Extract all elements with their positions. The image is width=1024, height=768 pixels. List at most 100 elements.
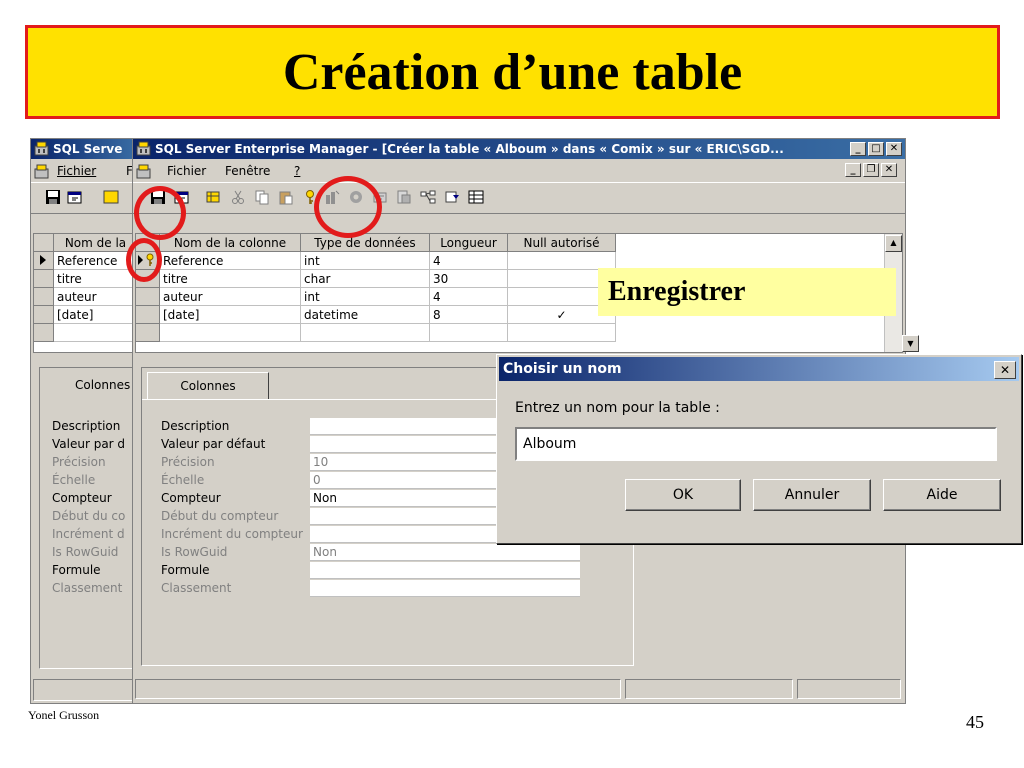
dialog-prompt: Entrez un nom pour la table : bbox=[515, 400, 720, 416]
mdi-close-button[interactable]: ✕ bbox=[881, 163, 897, 177]
menu-fichier[interactable]: Fichier bbox=[167, 160, 206, 182]
properties-icon[interactable] bbox=[67, 189, 83, 205]
table-cell-empty[interactable] bbox=[508, 324, 616, 342]
table-row[interactable]: titre bbox=[54, 270, 138, 288]
row-selector[interactable] bbox=[136, 324, 160, 342]
table-cell-empty[interactable] bbox=[160, 324, 301, 342]
minimize-button[interactable]: _ bbox=[850, 142, 866, 156]
status-pane-2 bbox=[625, 679, 793, 699]
sql-server-icon bbox=[136, 164, 151, 179]
help-button[interactable]: Aide bbox=[883, 479, 1001, 511]
row-selector[interactable] bbox=[136, 252, 160, 270]
save-icon[interactable] bbox=[149, 188, 167, 206]
row-selector[interactable] bbox=[136, 288, 160, 306]
column-header-nullable[interactable]: Null autorisé bbox=[508, 234, 616, 252]
column-header-length[interactable]: Longueur bbox=[430, 234, 508, 252]
row-selector[interactable] bbox=[34, 270, 54, 288]
prop-label: Incrément du compteur bbox=[161, 527, 303, 541]
row-selector[interactable] bbox=[34, 288, 54, 306]
mdi-minimize-button[interactable]: _ bbox=[845, 163, 861, 177]
manage-relationships-icon[interactable] bbox=[347, 188, 365, 206]
column-header-name[interactable]: Nom de la colonne bbox=[160, 234, 301, 252]
manage-constraints-icon[interactable] bbox=[371, 188, 389, 206]
dialog-prompt-text: Entrez un nom pour la table : bbox=[515, 400, 720, 416]
table-row[interactable]: Reference bbox=[54, 252, 138, 270]
primary-key-icon[interactable] bbox=[301, 188, 319, 206]
row-selector[interactable] bbox=[136, 270, 160, 288]
save-icon[interactable] bbox=[45, 189, 61, 205]
table-icon[interactable] bbox=[103, 189, 119, 205]
row-selector[interactable] bbox=[34, 252, 54, 270]
table-cell-name[interactable]: auteur bbox=[160, 288, 301, 306]
table-cell-empty[interactable] bbox=[430, 324, 508, 342]
dialog-titlebar[interactable]: Choisir un nom ✕ bbox=[499, 357, 1019, 381]
tab-colonnes[interactable]: Colonnes bbox=[147, 372, 269, 400]
prop-label: Formule bbox=[161, 563, 210, 577]
status-pane-3 bbox=[797, 679, 901, 699]
cut-icon[interactable] bbox=[229, 188, 247, 206]
table-row[interactable]: auteur bbox=[54, 288, 138, 306]
back-tab-colonnes[interactable]: Colonnes bbox=[75, 378, 130, 392]
row-selector[interactable] bbox=[34, 324, 54, 342]
main-window-titlebar[interactable]: SQL Server Enterprise Manager - [Créer l… bbox=[133, 139, 905, 159]
menu-help[interactable]: ? bbox=[294, 160, 300, 182]
current-row-arrow-icon bbox=[40, 255, 46, 265]
table-cell-name[interactable]: titre bbox=[160, 270, 301, 288]
table-cell-type[interactable]: char bbox=[301, 270, 430, 288]
dialog-title: Choisir un nom bbox=[503, 361, 622, 377]
table-cell-empty[interactable] bbox=[301, 324, 430, 342]
back-prop-label: Description bbox=[52, 419, 121, 433]
table-row[interactable]: [date] bbox=[54, 306, 138, 324]
insert-table-icon[interactable] bbox=[205, 188, 223, 206]
prop-value[interactable] bbox=[310, 562, 580, 579]
row-selector[interactable] bbox=[34, 306, 54, 324]
table-name-input-value: Alboum bbox=[523, 436, 577, 452]
manage-indexes-icon[interactable] bbox=[323, 188, 341, 206]
ok-button[interactable]: OK bbox=[625, 479, 741, 511]
back-col-header[interactable]: Nom de la bbox=[54, 234, 138, 252]
sql-server-icon bbox=[34, 141, 49, 156]
table-row-empty[interactable] bbox=[54, 324, 138, 342]
table-cell-type[interactable]: int bbox=[301, 288, 430, 306]
table-view-icon[interactable] bbox=[467, 188, 485, 206]
cancel-button-label: Annuler bbox=[784, 487, 840, 503]
scroll-up-icon[interactable]: ▲ bbox=[885, 234, 902, 252]
prop-label: Précision bbox=[161, 455, 215, 469]
row-selector[interactable] bbox=[136, 306, 160, 324]
table-cell-type[interactable]: datetime bbox=[301, 306, 430, 324]
back-statusbar bbox=[33, 679, 139, 701]
cancel-button[interactable]: Annuler bbox=[753, 479, 871, 511]
properties-icon[interactable] bbox=[173, 188, 191, 206]
row-selector-header bbox=[34, 234, 54, 252]
back-props-panel: Colonnes Description Valeur par d Précisio… bbox=[39, 367, 141, 669]
relationships-icon[interactable] bbox=[419, 188, 437, 206]
table-cell-length[interactable]: 4 bbox=[430, 288, 508, 306]
table-cell-length[interactable]: 8 bbox=[430, 306, 508, 324]
back-menu-file[interactable]: Fichier bbox=[57, 160, 96, 182]
maximize-button[interactable]: □ bbox=[868, 142, 884, 156]
column-header-type[interactable]: Type de données bbox=[301, 234, 430, 252]
table-cell-length[interactable]: 4 bbox=[430, 252, 508, 270]
dialog-close-icon[interactable]: ✕ bbox=[994, 361, 1016, 379]
status-pane-main bbox=[135, 679, 621, 699]
table-name-input[interactable]: Alboum bbox=[515, 427, 997, 461]
paste-icon[interactable] bbox=[277, 188, 295, 206]
prop-value bbox=[310, 580, 580, 597]
back-window-titlebar[interactable]: SQL Serve bbox=[31, 139, 139, 159]
close-button[interactable]: ✕ bbox=[886, 142, 902, 156]
back-window-title: SQL Serve bbox=[53, 142, 123, 156]
menu-fenetre[interactable]: Fenêtre bbox=[225, 160, 270, 182]
scroll-down-icon[interactable]: ▼ bbox=[902, 335, 919, 352]
table-cell-length[interactable]: 30 bbox=[430, 270, 508, 288]
table-cell-name[interactable]: Reference bbox=[160, 252, 301, 270]
page-number: 45 bbox=[966, 712, 984, 732]
back-prop-label: Formule bbox=[52, 563, 101, 577]
back-grid: Nom de la Reference titre auteur [date] bbox=[33, 233, 139, 353]
triggers-icon[interactable] bbox=[443, 188, 461, 206]
table-cell-name[interactable]: [date] bbox=[160, 306, 301, 324]
table-cell-type[interactable]: int bbox=[301, 252, 430, 270]
mdi-restore-button[interactable]: ❐ bbox=[863, 163, 879, 177]
sql-server-icon bbox=[136, 141, 151, 156]
copy-icon[interactable] bbox=[253, 188, 271, 206]
generate-script-icon[interactable] bbox=[395, 188, 413, 206]
